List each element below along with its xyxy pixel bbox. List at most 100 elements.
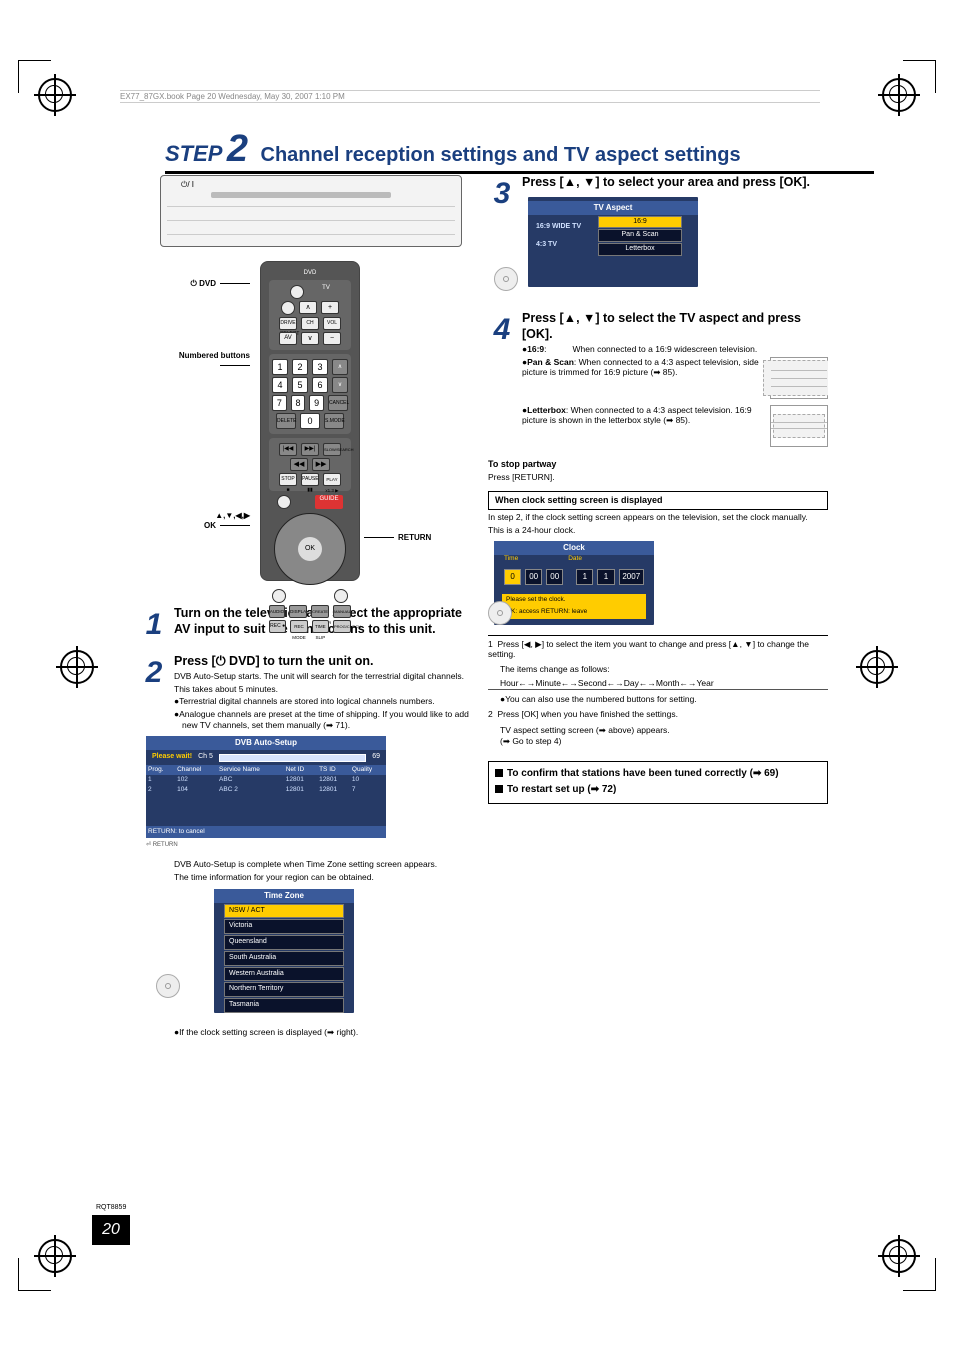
- clock-box-heading: When clock setting screen is displayed: [488, 491, 828, 510]
- stop-heading: To stop partway: [488, 459, 828, 470]
- clock-msg-2: OK: access RETURN: leave: [502, 606, 646, 618]
- ok-button: OK: [298, 537, 322, 561]
- guide-button: GUIDE: [315, 495, 342, 509]
- confirm-line: To confirm that stations have been tuned…: [495, 768, 821, 781]
- clock-field: 1: [597, 569, 614, 585]
- step-2-after-1: DVB Auto-Setup is complete when Time Zon…: [174, 859, 480, 870]
- recmode-button: REC MODE: [290, 620, 307, 633]
- num-7: 7: [272, 395, 287, 411]
- substep-1: 1 Press [◀, ▶] to select the item you wa…: [488, 635, 828, 660]
- registration-mark: [860, 650, 894, 684]
- crop-mark: [18, 60, 51, 93]
- return-icon: [334, 589, 348, 603]
- list-item: Pan & Scan: [598, 229, 682, 242]
- registration-mark: [60, 650, 94, 684]
- step-2-after-2: The time information for your region can…: [174, 872, 480, 883]
- list-item: Victoria: [224, 919, 344, 934]
- cancel-button: CANCEL: [328, 395, 348, 411]
- after-note: TV aspect setting screen (➡ above) appea…: [488, 725, 828, 746]
- list-item: Western Australia: [224, 967, 344, 982]
- page-title: STEP 2 Channel reception settings and TV…: [165, 128, 874, 174]
- step-2: 2 Press [⏻ DVD] to turn the unit on. DVB…: [140, 654, 480, 1038]
- step-1-number: 1: [140, 606, 168, 644]
- step-4-number: 4: [488, 311, 516, 451]
- time-label: Time: [504, 555, 518, 563]
- dvb-autosetup-osd: DVB Auto-Setup Please wait! Ch 5 69 Prog…: [146, 736, 386, 838]
- step-2-body-1: DVB Auto-Setup starts. The unit will sea…: [174, 671, 480, 682]
- option-icon: [272, 589, 286, 603]
- dvb-table: Prog.ChannelService Name Net IDTS IDQual…: [146, 765, 386, 826]
- title-text: Channel reception settings and TV aspect…: [261, 144, 741, 166]
- skip-back-icon: |◀◀: [279, 443, 297, 456]
- play-button: PLAY x1.3 ▶: [323, 473, 341, 486]
- callout-dvd: ⏻ DVD: [170, 279, 250, 289]
- right-column: 3 Press [▲, ▼] to select your area and p…: [488, 175, 828, 804]
- clock-box-body-2: This is a 24-hour clock.: [488, 525, 828, 536]
- crop-mark: [903, 1258, 936, 1291]
- power-label: ⏻/ I: [181, 180, 194, 190]
- tv-power-icon: [281, 301, 295, 315]
- crop-mark: [18, 1258, 51, 1291]
- aspect-169: ●16:9: When connected to a 16:9 widescre…: [522, 344, 828, 355]
- progcheck-button: PROG/CHECK: [333, 620, 351, 633]
- ch-label: Ch 5: [198, 753, 213, 762]
- list-item: South Australia: [224, 951, 344, 966]
- list-item: Letterbox: [598, 243, 682, 256]
- print-header: EX77_87GX.book Page 20 Wednesday, May 30…: [120, 90, 820, 103]
- clock-field: 00: [546, 569, 563, 585]
- manskip-button: MANUAL SKIP: [333, 605, 351, 618]
- step-3: 3 Press [▲, ▼] to select your area and p…: [488, 175, 828, 293]
- step-number: 2: [227, 128, 248, 170]
- num-9: 9: [309, 395, 324, 411]
- ch-count: 69: [372, 753, 380, 762]
- timezone-osd: Time Zone NSW / ACT Victoria Queensland …: [214, 889, 354, 1013]
- table-row: 2104ABC 212801128017: [146, 785, 386, 795]
- step-2-heading: Press [⏻ DVD] to turn the unit on.: [174, 654, 480, 670]
- rewind-icon: ◀◀: [290, 458, 308, 471]
- stop-button: STOP ■: [279, 473, 297, 486]
- smode-button: S.MODE: [324, 413, 344, 429]
- substep-1c: ●You can also use the numbered buttons f…: [488, 694, 828, 705]
- letterbox-illustration: [770, 405, 828, 447]
- callout-numbered: Numbered buttons: [154, 351, 250, 371]
- crop-mark: [903, 60, 936, 93]
- list-item: 16:9: [598, 216, 682, 229]
- num-0: 0: [300, 413, 320, 429]
- vol-up-icon: +: [321, 301, 339, 314]
- power-dvd-icon: [290, 285, 304, 299]
- clock-box-body-1: In step 2, if the clock setting screen a…: [488, 512, 828, 523]
- clock-field: 00: [525, 569, 542, 585]
- num-6: 6: [312, 377, 328, 393]
- delete-button: DELETE: [276, 413, 296, 429]
- remote-dvd-label: DVD: [269, 270, 351, 278]
- chapter-button: CREATE CHAPTER: [311, 605, 329, 618]
- av-button: AV: [279, 332, 297, 345]
- page-down-icon: ∨: [332, 377, 348, 393]
- page-up-icon: ∧: [332, 359, 348, 375]
- ch-down-icon: ∨: [301, 332, 319, 345]
- date-label: Date: [568, 555, 582, 563]
- num-1: 1: [272, 359, 288, 375]
- device-diagram: ⏻/ I: [160, 175, 462, 247]
- step-2-body-2: This takes about 5 minutes.: [174, 684, 480, 695]
- vol-label: VOL: [323, 317, 341, 330]
- side-label-43: 4:3 TV: [536, 241, 557, 250]
- tv-label: TV: [322, 285, 330, 299]
- status-icon: [277, 495, 291, 509]
- num-8: 8: [291, 395, 306, 411]
- side-label-169: 16:9 WIDE TV: [536, 223, 581, 232]
- timeslip-button: TIME SLIP: [312, 620, 329, 633]
- nav-wheel: OK: [274, 513, 346, 585]
- stop-body: Press [RETURN].: [488, 472, 828, 483]
- slow-label: SLOW/SEARCH: [323, 443, 341, 456]
- clock-field: 0: [504, 569, 521, 585]
- navpad-icon: [488, 601, 512, 625]
- clock-msg-1: Please set the clock.: [502, 594, 646, 606]
- navpad-icon: [156, 974, 180, 998]
- step-2-bullet-1: ●Terrestrial digital channels are stored…: [174, 696, 480, 707]
- step-4: 4 Press [▲, ▼] to select the TV aspect a…: [488, 311, 828, 451]
- audio-button: AUDIO: [269, 605, 285, 618]
- confirm-box: To confirm that stations have been tuned…: [488, 761, 828, 804]
- vol-down-icon: −: [323, 332, 341, 345]
- navpad-icon: [494, 267, 518, 291]
